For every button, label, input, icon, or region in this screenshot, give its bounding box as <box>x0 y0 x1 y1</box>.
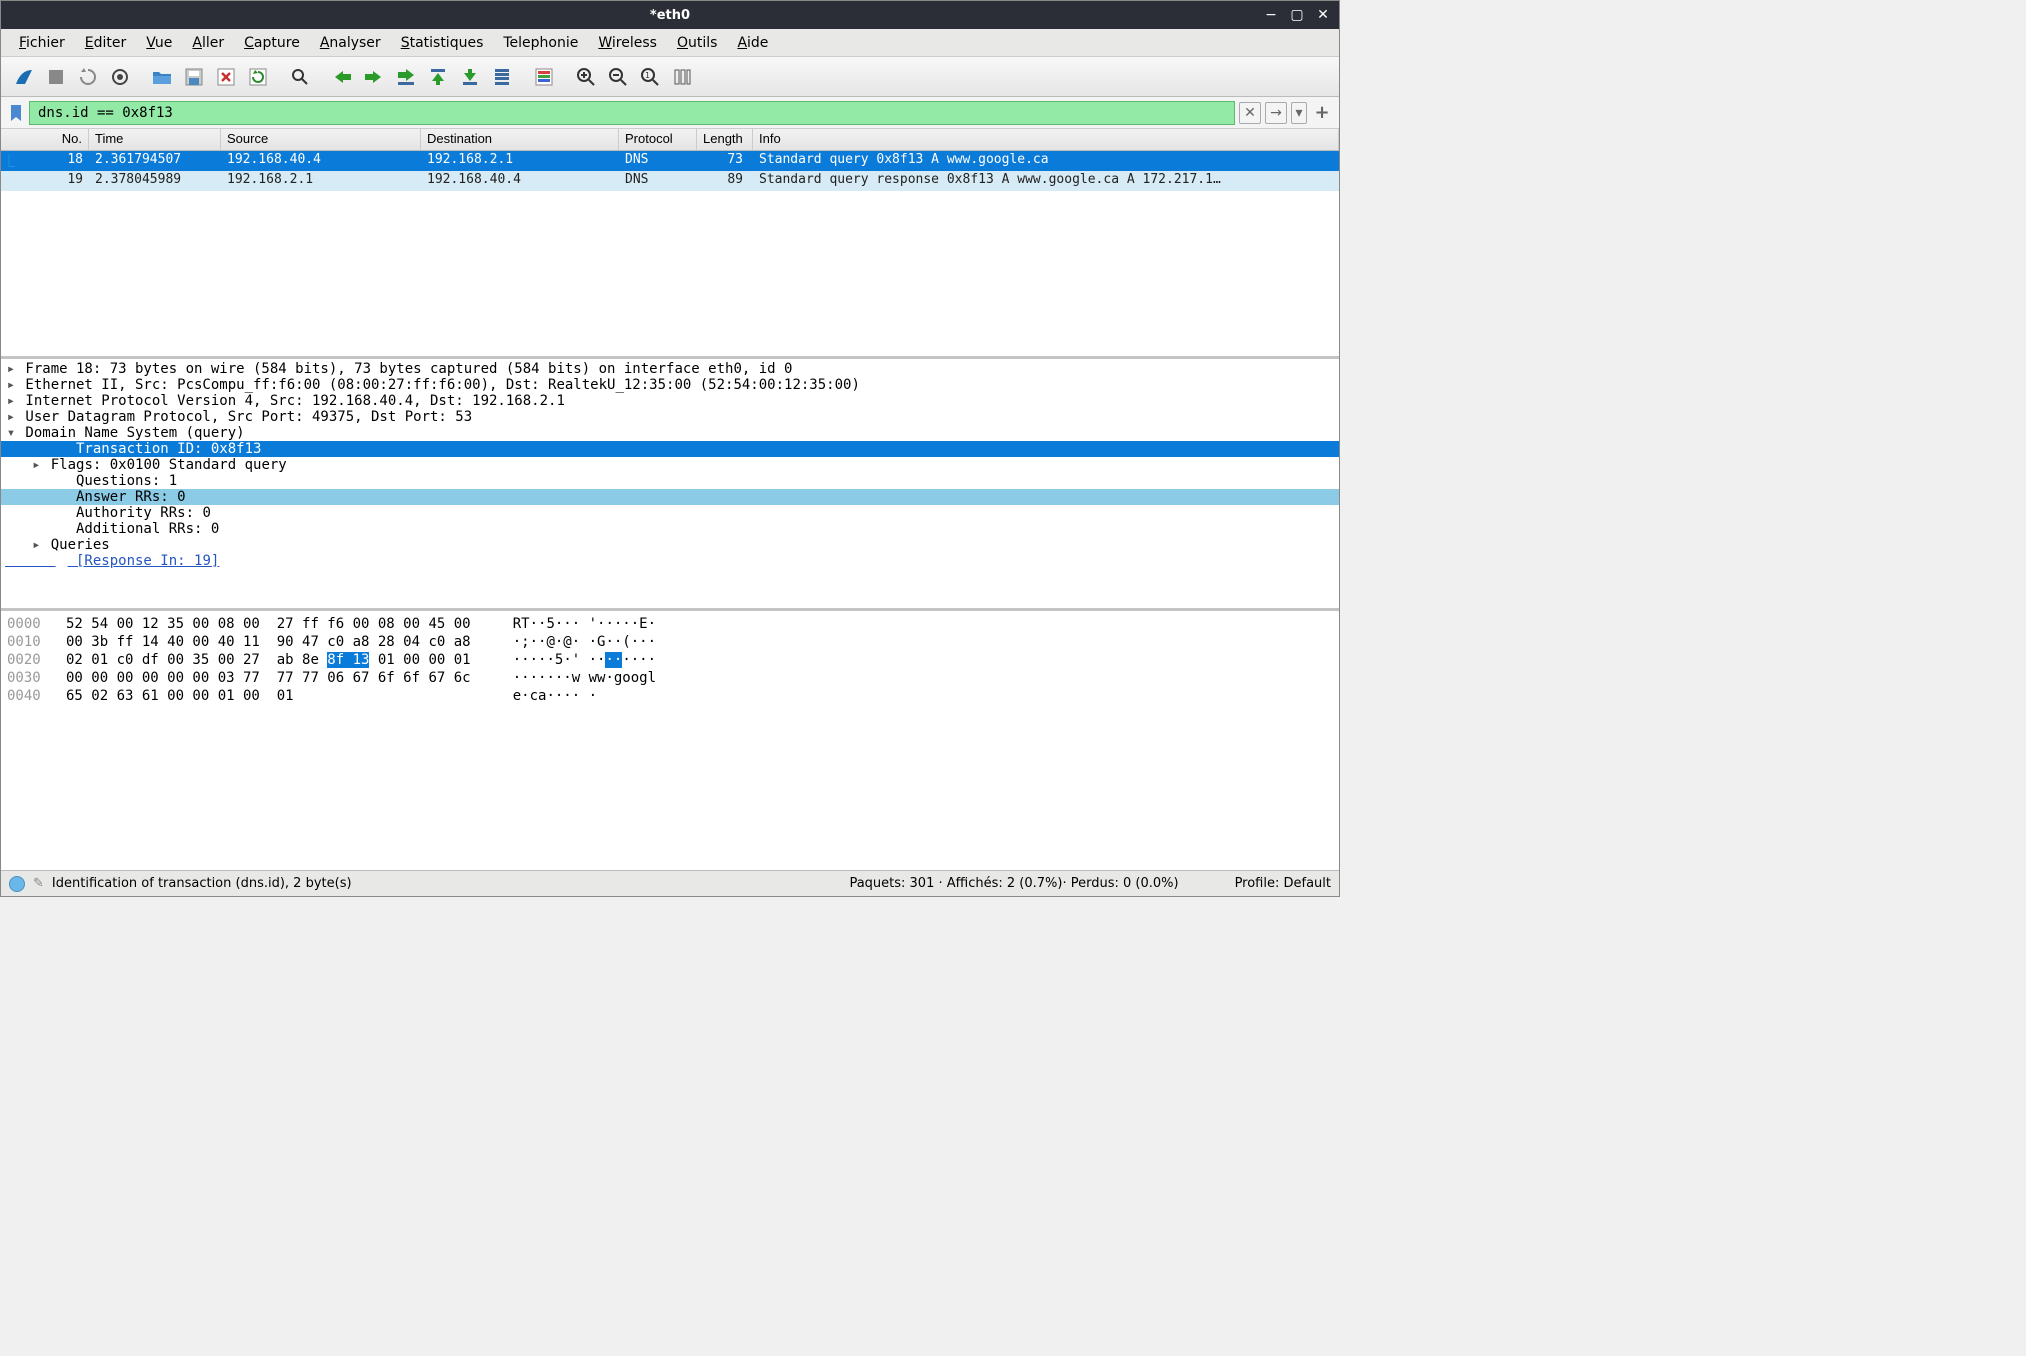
detail-line[interactable]: ▸ Ethernet II, Src: PcsCompu_ff:f6:00 (0… <box>1 377 1339 393</box>
statusbar: ✎ Identification of transaction (dns.id)… <box>1 870 1339 896</box>
column-header-destination[interactable]: Destination <box>421 129 619 150</box>
filter-history-button[interactable]: ▾ <box>1291 102 1307 124</box>
hex-line[interactable]: 0020 02 01 c0 df 00 35 00 27 ab 8e 8f 13… <box>7 651 1333 669</box>
capture-options-button[interactable] <box>105 62 135 92</box>
menu-aide[interactable]: Aide <box>727 31 778 55</box>
titlebar: *eth0 − ▢ ✕ <box>1 1 1339 29</box>
detail-line[interactable]: Authority RRs: 0 <box>1 505 1339 521</box>
reload-button[interactable] <box>243 62 273 92</box>
close-file-button[interactable] <box>211 62 241 92</box>
menu-aller[interactable]: Aller <box>182 31 234 55</box>
go-back-button[interactable] <box>327 62 357 92</box>
display-filter-input[interactable] <box>29 101 1235 125</box>
menu-fichier[interactable]: Fichier <box>9 31 75 55</box>
colorize-button[interactable] <box>529 62 559 92</box>
menu-capture[interactable]: Capture <box>234 31 310 55</box>
hex-line[interactable]: 0010 00 3b ff 14 40 00 40 11 90 47 c0 a8… <box>7 633 1333 651</box>
toolbar: 1 <box>1 57 1339 97</box>
apply-filter-button[interactable]: → <box>1265 102 1287 124</box>
detail-line[interactable]: ▸ Queries <box>1 537 1339 553</box>
window-controls: − ▢ ✕ <box>1261 5 1333 25</box>
hex-line[interactable]: 0040 65 02 63 61 00 00 01 00 01 e·ca····… <box>7 687 1333 705</box>
hex-line[interactable]: 0000 52 54 00 12 35 00 08 00 27 ff f6 00… <box>7 615 1333 633</box>
menu-vue[interactable]: Vue <box>136 31 182 55</box>
minimize-button[interactable]: − <box>1261 5 1281 25</box>
window-title: *eth0 <box>650 8 690 23</box>
column-header-protocol[interactable]: Protocol <box>619 129 697 150</box>
zoom-reset-button[interactable]: 1 <box>635 62 665 92</box>
status-field-info: Identification of transaction (dns.id), … <box>52 876 352 891</box>
packet-row[interactable]: 192.378045989192.168.2.1192.168.40.4DNS8… <box>1 171 1339 191</box>
packet-list-pane: No.TimeSourceDestinationProtocolLengthIn… <box>1 129 1339 359</box>
add-filter-button[interactable]: + <box>1311 102 1333 124</box>
bookmark-icon[interactable] <box>7 102 25 124</box>
hex-line[interactable]: 0030 00 00 00 00 00 00 03 77 77 77 06 67… <box>7 669 1333 687</box>
column-header-length[interactable]: Length <box>697 129 753 150</box>
display-filter-bar: ✕ → ▾ + <box>1 97 1339 129</box>
menu-outils[interactable]: Outils <box>667 31 727 55</box>
resize-columns-button[interactable] <box>667 62 697 92</box>
app-window: *eth0 − ▢ ✕ FichierEditerVueAllerCapture… <box>0 0 1340 897</box>
detail-line[interactable]: [Response In: 19] <box>1 553 1339 569</box>
detail-line[interactable]: Questions: 1 <box>1 473 1339 489</box>
menu-analyser[interactable]: Analyser <box>310 31 391 55</box>
column-header-time[interactable]: Time <box>89 129 221 150</box>
detail-line[interactable]: ▸ Flags: 0x0100 Standard query <box>1 457 1339 473</box>
column-header-no[interactable]: No. <box>1 129 89 150</box>
menu-statistiques[interactable]: Statistiques <box>391 31 494 55</box>
svg-text:1: 1 <box>645 71 650 80</box>
packet-list-body[interactable]: ⎿182.361794507192.168.40.4192.168.2.1DNS… <box>1 151 1339 356</box>
close-button[interactable]: ✕ <box>1313 5 1333 25</box>
find-button[interactable] <box>285 62 315 92</box>
column-header-source[interactable]: Source <box>221 129 421 150</box>
status-packet-counts: Paquets: 301 · Affichés: 2 (0.7%)· Perdu… <box>833 876 1194 891</box>
detail-line[interactable]: ▸ Internet Protocol Version 4, Src: 192.… <box>1 393 1339 409</box>
detail-line[interactable]: ▸ User Datagram Protocol, Src Port: 4937… <box>1 409 1339 425</box>
detail-line[interactable]: Additional RRs: 0 <box>1 521 1339 537</box>
detail-line[interactable]: Transaction ID: 0x8f13 <box>1 441 1339 457</box>
detail-line[interactable]: Answer RRs: 0 <box>1 489 1339 505</box>
stop-capture-button[interactable] <box>41 62 71 92</box>
restart-capture-button[interactable] <box>73 62 103 92</box>
auto-scroll-button[interactable] <box>487 62 517 92</box>
go-last-button[interactable] <box>455 62 485 92</box>
detail-line[interactable]: ▸ Frame 18: 73 bytes on wire (584 bits),… <box>1 361 1339 377</box>
go-forward-button[interactable] <box>359 62 389 92</box>
save-file-button[interactable] <box>179 62 209 92</box>
packet-details-pane[interactable]: ▸ Frame 18: 73 bytes on wire (584 bits),… <box>1 359 1339 611</box>
menubar: FichierEditerVueAllerCaptureAnalyserStat… <box>1 29 1339 57</box>
jump-to-button[interactable] <box>391 62 421 92</box>
expert-info-icon[interactable] <box>9 876 25 892</box>
maximize-button[interactable]: ▢ <box>1287 5 1307 25</box>
menu-editer[interactable]: Editer <box>75 31 137 55</box>
packet-list-header: No.TimeSourceDestinationProtocolLengthIn… <box>1 129 1339 151</box>
menu-wireless[interactable]: Wireless <box>588 31 667 55</box>
status-profile[interactable]: Profile: Default <box>1195 876 1331 891</box>
go-first-button[interactable] <box>423 62 453 92</box>
shark-fin-icon[interactable] <box>9 62 39 92</box>
edit-icon[interactable]: ✎ <box>33 876 44 891</box>
clear-filter-button[interactable]: ✕ <box>1239 102 1261 124</box>
column-header-info[interactable]: Info <box>753 129 1339 150</box>
open-file-button[interactable] <box>147 62 177 92</box>
packet-bytes-pane[interactable]: 0000 52 54 00 12 35 00 08 00 27 ff f6 00… <box>1 611 1339 870</box>
zoom-out-button[interactable] <box>603 62 633 92</box>
menu-telephonie[interactable]: Telephonie <box>493 31 588 55</box>
detail-line[interactable]: ▾ Domain Name System (query) <box>1 425 1339 441</box>
zoom-in-button[interactable] <box>571 62 601 92</box>
packet-row[interactable]: ⎿182.361794507192.168.40.4192.168.2.1DNS… <box>1 151 1339 171</box>
